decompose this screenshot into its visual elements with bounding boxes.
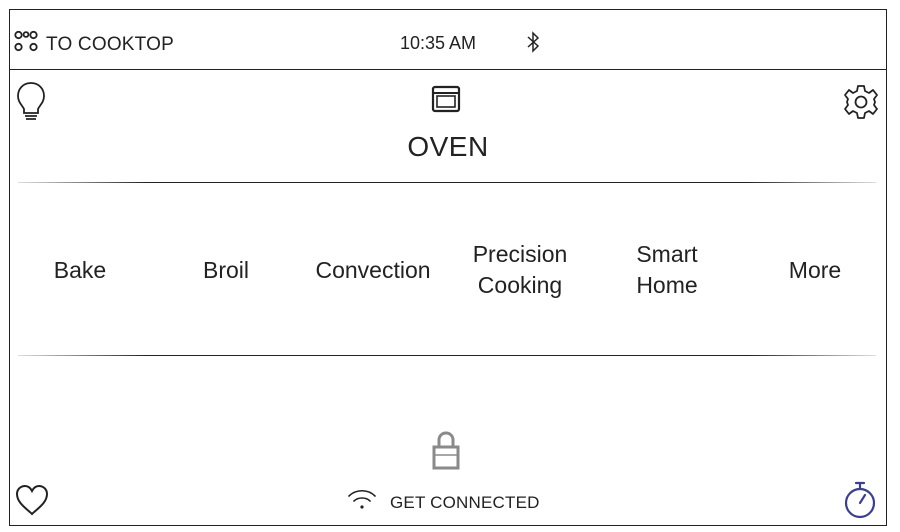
mode-bake-button[interactable]: Bake xyxy=(10,235,150,305)
mode-convection-button[interactable]: Convection xyxy=(303,235,443,305)
bluetooth-icon xyxy=(526,31,540,58)
get-connected-label: GET CONNECTED xyxy=(390,492,540,512)
clock-time: 10:35 AM xyxy=(400,33,477,53)
timer-icon[interactable] xyxy=(843,480,877,525)
page-title: OVEN xyxy=(407,131,489,162)
heart-icon[interactable] xyxy=(14,483,50,522)
cooktop-burners-icon xyxy=(14,30,38,59)
to-cooktop-label: TO COOKTOP xyxy=(46,33,174,55)
oven-icon xyxy=(431,85,461,118)
control-panel-frame: TO COOKTOP 10:35 AM OVEN Bake Broil Conv… xyxy=(9,9,887,526)
mode-broil-button[interactable]: Broil xyxy=(156,235,296,305)
mode-precision-cooking-button[interactable]: Precision Cooking xyxy=(450,235,590,305)
lightbulb-icon[interactable] xyxy=(16,81,46,128)
divider-top xyxy=(18,182,876,183)
mode-more-button[interactable]: More xyxy=(745,235,885,305)
get-connected-button[interactable]: GET CONNECTED xyxy=(346,487,540,518)
to-cooktop-button[interactable]: TO COOKTOP xyxy=(14,30,174,59)
mode-smart-home-button[interactable]: Smart Home xyxy=(597,235,737,305)
gear-icon[interactable] xyxy=(842,83,880,126)
divider-bottom xyxy=(18,355,876,356)
lock-icon[interactable] xyxy=(431,431,461,476)
wifi-icon xyxy=(346,487,378,518)
status-bar: TO COOKTOP 10:35 AM xyxy=(10,10,886,70)
cooking-modes: Bake Broil Convection Precision Cooking … xyxy=(10,235,886,305)
